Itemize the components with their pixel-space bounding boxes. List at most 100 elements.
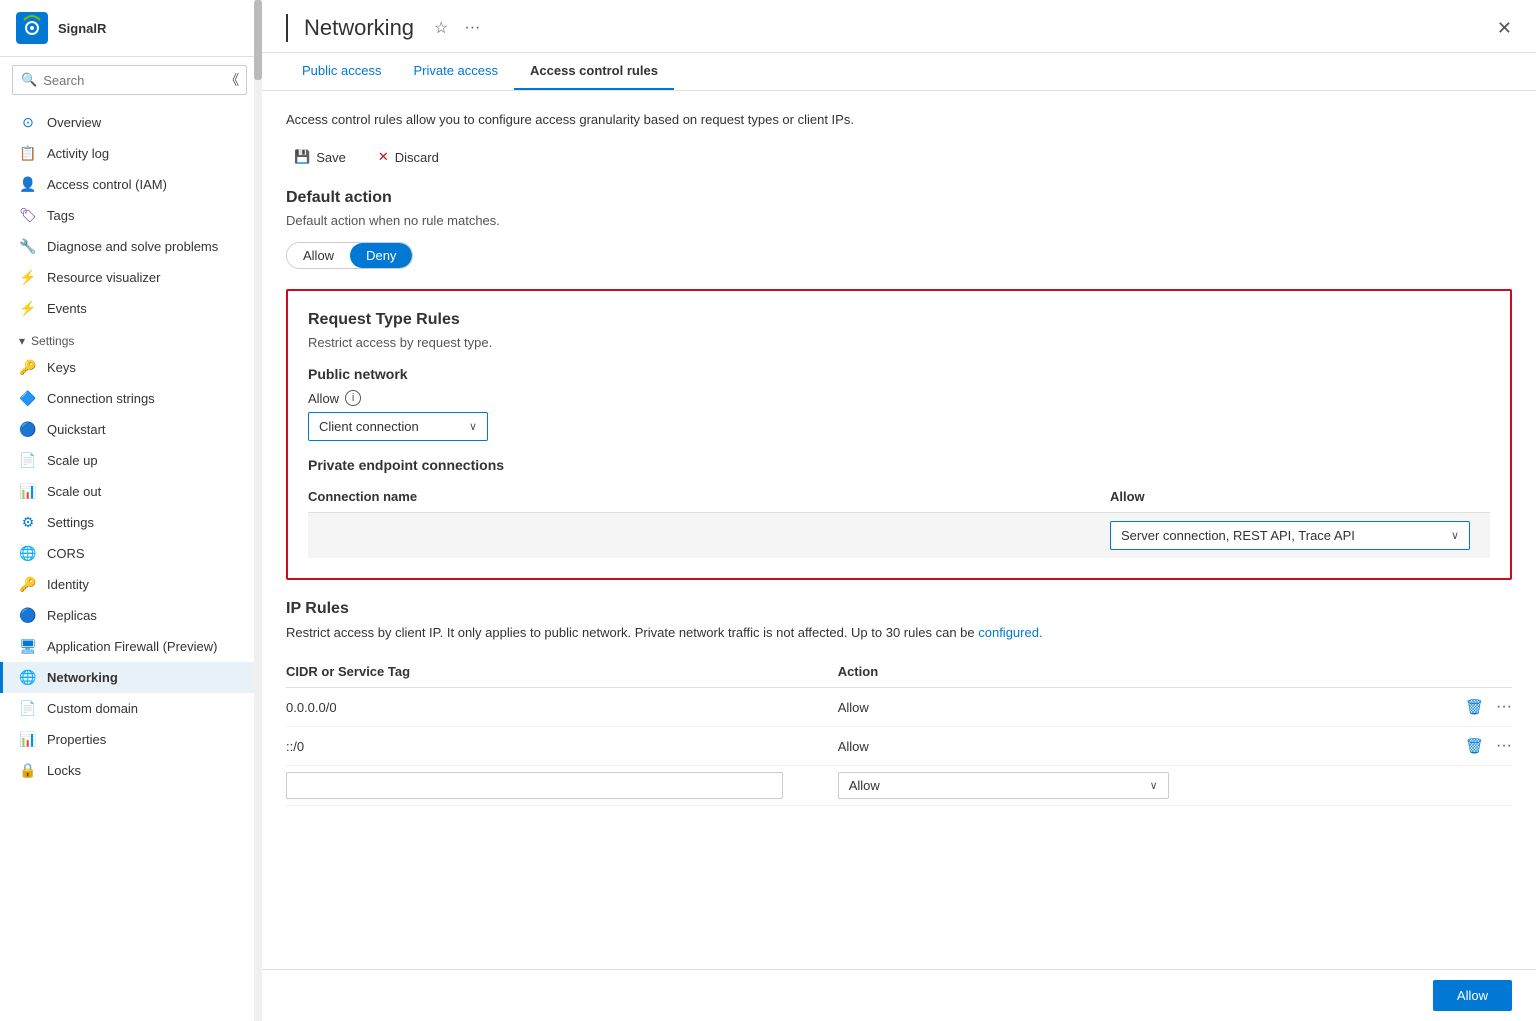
connection-strings-icon: 🔷 [19, 390, 37, 407]
sidebar-item-replicas[interactable]: 🔵 Replicas [0, 600, 259, 631]
cors-icon: 🌐 [19, 545, 37, 562]
main-header: Networking ☆ ··· ✕ [262, 0, 1536, 53]
sidebar-item-resource-visualizer[interactable]: ⚡ Resource visualizer [0, 262, 259, 293]
save-icon: 💾 [294, 149, 310, 165]
default-action-title: Default action [286, 189, 1512, 207]
sidebar: SignalR 🔍 《 ⊙ Overview 📋 Activity log 👤 … [0, 0, 260, 1021]
public-network-title: Public network [308, 366, 1490, 382]
events-icon: ⚡ [19, 300, 37, 317]
sidebar-item-properties[interactable]: 📊 Properties [0, 724, 259, 755]
collapse-button[interactable]: 《 [225, 70, 239, 90]
endpoint-allow-dropdown[interactable]: Server connection, REST API, Trace API ∨ [1110, 521, 1490, 550]
sidebar-item-scale-up[interactable]: 📄 Scale up [0, 445, 259, 476]
private-endpoint-table-header: Connection name Allow [308, 481, 1490, 513]
sidebar-nav: ⊙ Overview 📋 Activity log 👤 Access contr… [0, 103, 259, 790]
action-dropdown[interactable]: Allow ∨ [838, 772, 1169, 799]
sidebar-item-label: Quickstart [47, 422, 106, 437]
default-action-toggle: Allow Deny [286, 242, 413, 269]
sidebar-item-label: Properties [47, 732, 106, 747]
networking-icon: 🌐 [19, 669, 37, 686]
dropdown-arrow-icon: ∨ [1451, 529, 1459, 542]
sidebar-item-events[interactable]: ⚡ Events [0, 293, 259, 324]
sidebar-item-cors[interactable]: 🌐 CORS [0, 538, 259, 569]
allow-button[interactable]: Allow [1433, 980, 1512, 1011]
sidebar-item-tags[interactable]: 🏷 Tags [0, 200, 259, 231]
discard-icon: ✕ [378, 149, 389, 165]
sidebar-item-custom-domain[interactable]: 📄 Custom domain [0, 693, 259, 724]
signalr-logo [16, 12, 48, 44]
sidebar-item-label: Keys [47, 360, 76, 375]
delete-rule-1-button[interactable]: 🗑 [1461, 696, 1488, 718]
identity-icon: 🔑 [19, 576, 37, 593]
ip-cidr-1: 0.0.0.0/0 [286, 688, 838, 727]
sidebar-item-diagnose[interactable]: 🔧 Diagnose and solve problems [0, 231, 259, 262]
server-connection-dropdown[interactable]: Server connection, REST API, Trace API ∨ [1110, 521, 1470, 550]
toggle-allow[interactable]: Allow [287, 243, 350, 268]
tab-public-access[interactable]: Public access [286, 53, 397, 90]
sidebar-item-settings[interactable]: ⚙ Settings [0, 507, 259, 538]
locks-icon: 🔒 [19, 762, 37, 779]
page-title: Networking [304, 15, 414, 41]
scrollbar-track [254, 0, 262, 1021]
ip-rules-section: IP Rules Restrict access by client IP. I… [286, 600, 1512, 806]
ip-cidr-2: ::/0 [286, 727, 838, 766]
diagnose-icon: 🔧 [19, 238, 37, 255]
sidebar-item-label: Scale up [47, 453, 98, 468]
sidebar-item-locks[interactable]: 🔒 Locks [0, 755, 259, 786]
content-description: Access control rules allow you to config… [286, 111, 1512, 129]
col-connection-name-header: Connection name [308, 489, 1110, 504]
sidebar-item-access-control[interactable]: 👤 Access control (IAM) [0, 169, 259, 200]
close-button[interactable]: ✕ [1497, 18, 1512, 39]
search-input[interactable] [43, 73, 219, 88]
sidebar-item-app-firewall[interactable]: 🖥 Application Firewall (Preview) [0, 631, 259, 662]
more-ops-1-button[interactable]: ··· [1496, 698, 1512, 716]
col-ops-header [1205, 656, 1512, 688]
client-connection-dropdown[interactable]: Client connection ∨ [308, 412, 488, 441]
favorite-button[interactable]: ☆ [430, 14, 452, 42]
more-ops-2-button[interactable]: ··· [1496, 737, 1512, 755]
search-box[interactable]: 🔍 《 [12, 65, 247, 95]
settings-section-header[interactable]: ▾ Settings [0, 324, 259, 352]
access-control-icon: 👤 [19, 176, 37, 193]
custom-domain-icon: 📄 [19, 700, 37, 717]
sidebar-item-label: Replicas [47, 608, 97, 623]
default-action-section: Default action Default action when no ru… [286, 189, 1512, 269]
tags-icon: 🏷 [19, 207, 37, 224]
sidebar-item-keys[interactable]: 🔑 Keys [0, 352, 259, 383]
sidebar-header: SignalR [0, 0, 259, 57]
save-button[interactable]: 💾 Save [286, 145, 354, 169]
allow-text: Allow [308, 391, 339, 406]
tab-access-control-rules[interactable]: Access control rules [514, 53, 674, 90]
ip-action-input-cell: Allow ∨ [838, 766, 1206, 806]
scrollbar-thumb[interactable] [254, 0, 262, 80]
tab-private-access[interactable]: Private access [397, 53, 514, 90]
info-icon[interactable]: i [345, 390, 361, 406]
keys-icon: 🔑 [19, 359, 37, 376]
delete-rule-2-button[interactable]: 🗑 [1461, 735, 1488, 757]
ip-action-1: Allow [838, 688, 1206, 727]
sidebar-item-scale-out[interactable]: 📊 Scale out [0, 476, 259, 507]
sidebar-item-identity[interactable]: 🔑 Identity [0, 569, 259, 600]
app-title: SignalR [58, 21, 106, 36]
sidebar-item-networking[interactable]: 🌐 Networking [0, 662, 259, 693]
discard-button[interactable]: ✕ Discard [370, 145, 447, 169]
quickstart-icon: 🔵 [19, 421, 37, 438]
sidebar-item-activity-log[interactable]: 📋 Activity log [0, 138, 259, 169]
more-button[interactable]: ··· [460, 15, 484, 41]
sidebar-item-label: Application Firewall (Preview) [47, 639, 218, 654]
sidebar-item-connection-strings[interactable]: 🔷 Connection strings [0, 383, 259, 414]
sidebar-item-label: Overview [47, 115, 101, 130]
sidebar-item-overview[interactable]: ⊙ Overview [0, 107, 259, 138]
sidebar-item-quickstart[interactable]: 🔵 Quickstart [0, 414, 259, 445]
sidebar-scroll-area [260, 0, 262, 1021]
overview-icon: ⊙ [19, 114, 37, 131]
request-type-rules-title: Request Type Rules [308, 311, 1490, 329]
ip-ops-2: 🗑 ··· [1205, 727, 1512, 766]
toggle-deny[interactable]: Deny [350, 243, 412, 268]
action-value: Allow [849, 778, 880, 793]
ip-rules-link[interactable]: configured. [978, 625, 1042, 640]
col-action-header: Action [838, 656, 1206, 688]
cidr-input[interactable] [286, 772, 783, 799]
sidebar-item-label: Activity log [47, 146, 109, 161]
save-label: Save [316, 150, 346, 165]
